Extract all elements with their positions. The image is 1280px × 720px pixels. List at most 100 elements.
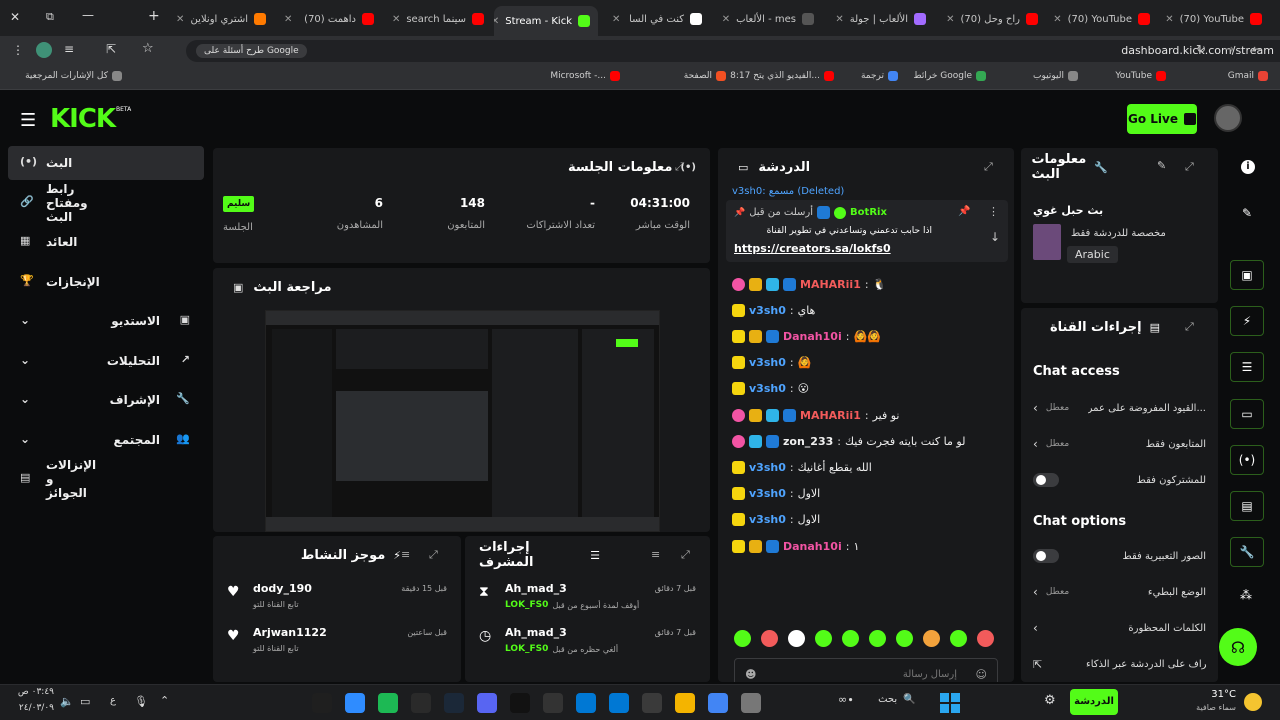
info-icon[interactable]: i: [1241, 160, 1255, 174]
weather-sun-icon[interactable]: [1244, 693, 1262, 711]
expand-icon[interactable]: ⤢: [1185, 160, 1194, 174]
browser-tab[interactable]: ✕ كنت في السا: [606, 6, 706, 32]
bookmark-item[interactable]: خرائط Google: [913, 71, 986, 81]
taskbar-app-icon[interactable]: [477, 693, 497, 713]
chat-message[interactable]: MAHARii1: نو فير: [732, 405, 1002, 425]
chat-username[interactable]: v3sh0: [749, 487, 786, 500]
emoji-picker-icon[interactable]: ☻: [745, 668, 756, 681]
browser-tab[interactable]: ✕ (70) YouTube: [1054, 6, 1154, 32]
expand-icon[interactable]: ⤢: [675, 160, 684, 174]
sidebar-item[interactable]: ▦ العائد: [8, 225, 204, 259]
pinned-link[interactable]: https://creators.sa/lokfs0: [734, 242, 891, 255]
chat-username[interactable]: v3sh0: [749, 461, 786, 474]
browser-tab[interactable]: ✕ (70) راح وحل: [942, 6, 1042, 32]
close-tab-icon[interactable]: ✕: [1166, 14, 1174, 25]
windows-start-icon[interactable]: [940, 693, 960, 713]
taskbar-app-icon[interactable]: [444, 693, 464, 713]
kick-logo[interactable]: KICK: [50, 104, 116, 134]
chat-username[interactable]: v3sh0: [749, 356, 786, 369]
close-tab-icon[interactable]: ✕: [830, 14, 843, 25]
channel-setting-row[interactable]: ‹ معطل القيود المفروضة على عمر...: [1033, 396, 1206, 420]
smile-icon[interactable]: ☺: [976, 668, 987, 681]
clock-date[interactable]: ٢٤/٠٣/٠٩: [8, 703, 54, 713]
browser-tab[interactable]: ✕ search سينما: [388, 6, 488, 32]
taskbar-app-icon[interactable]: [741, 693, 761, 713]
chat-bubble-icon[interactable]: ▭: [1230, 398, 1264, 429]
bookmark-item[interactable]: ترجمة: [861, 71, 898, 81]
minimize-icon[interactable]: —: [82, 8, 94, 22]
emote-icon[interactable]: [977, 630, 994, 647]
pencil-icon[interactable]: ✎: [1242, 206, 1252, 220]
clock-time[interactable]: ٠٣:٤٩ ص: [8, 687, 54, 697]
new-tab-icon[interactable]: +: [148, 8, 160, 24]
wrench-icon[interactable]: 🔧: [1230, 537, 1264, 568]
setting-control[interactable]: ‹ معطل: [1033, 585, 1069, 599]
sidebar-item[interactable]: ⌄ 🔧 الإشراف: [8, 383, 204, 417]
setting-control[interactable]: ‹ معطل: [1033, 437, 1069, 451]
channel-setting-row[interactable]: ‹ الكلمات المحظورة: [1033, 616, 1206, 640]
community-icon[interactable]: ⁂: [1240, 588, 1252, 602]
setting-control[interactable]: ‹ معطل: [1033, 401, 1069, 415]
activity-item[interactable]: ♥ dody_190 تابع القناة للتو قبل 15 دقيقة: [213, 580, 461, 620]
sidebar-item[interactable]: ⌄ ↗ التحليلات: [8, 344, 204, 378]
toggle-switch[interactable]: [1033, 549, 1059, 563]
chat-message[interactable]: v3sh0: هاي: [732, 300, 1002, 320]
bookmark-item[interactable]: كل الإشارات المرجعية: [25, 71, 122, 81]
support-headset-icon[interactable]: ☊: [1219, 628, 1257, 666]
google-lens-chip[interactable]: طرح أسئلة على Google: [196, 44, 307, 58]
weather-temp[interactable]: 31°C: [1192, 689, 1236, 700]
sidebar-item[interactable]: ▤ الإنزالات و الجوائز: [8, 458, 204, 500]
browser-tab[interactable]: ✕ (70) YouTube: [1166, 6, 1266, 32]
chat-username[interactable]: v3sh0: [749, 513, 786, 526]
taskbar-app-icon[interactable]: [411, 693, 431, 713]
chat-username[interactable]: MAHARii1: [800, 409, 861, 422]
channel-setting-row[interactable]: ‹ معطل المتابعون فقط: [1033, 432, 1206, 456]
setting-control[interactable]: ⇱: [1033, 658, 1042, 671]
chat-username[interactable]: Danah10i: [783, 330, 842, 343]
chevron-down-icon[interactable]: ↓: [990, 230, 1000, 244]
popout-icon[interactable]: ⤢: [984, 160, 993, 174]
chevron-left-icon[interactable]: ‹: [1033, 401, 1038, 415]
chat-message[interactable]: v3sh0: 😮: [732, 379, 1002, 399]
setting-control[interactable]: [1033, 473, 1059, 487]
chat-username[interactable]: v3sh0: [749, 304, 786, 317]
chat-message[interactable]: v3sh0: الله يقطع أغانيك: [732, 457, 1002, 477]
close-tab-icon[interactable]: ✕: [170, 14, 184, 25]
hamburger-menu-icon[interactable]: ☰: [20, 110, 36, 131]
emote-icon[interactable]: [761, 630, 778, 647]
close-tab-icon[interactable]: ✕: [606, 14, 620, 25]
emote-icon[interactable]: [815, 630, 832, 647]
edit-pencil-icon[interactable]: ✎: [1157, 159, 1166, 172]
list-icon[interactable]: ☰: [1230, 352, 1264, 383]
network-icon[interactable]: ▭: [80, 695, 90, 708]
close-window-icon[interactable]: ✕: [10, 10, 20, 24]
taskbar-app-icon[interactable]: [378, 693, 398, 713]
chat-message[interactable]: Danah10i: 🙆🙆: [732, 326, 1002, 346]
browser-tab[interactable]: ✕ الألعاب | جولة: [830, 6, 930, 32]
unpin-icon[interactable]: 📌: [958, 206, 970, 217]
taskbar-app-icon[interactable]: [576, 693, 596, 713]
emote-icon[interactable]: [788, 630, 805, 647]
pinned-message[interactable]: 📌 أرسلت من قبل BotRix 📌 ⋮ اذا حابب تدعمن…: [726, 200, 1008, 262]
taskbar-app-icon[interactable]: [708, 693, 728, 713]
bookmark-item[interactable]: اليوتيوب: [1033, 71, 1078, 81]
emote-icon[interactable]: [950, 630, 967, 647]
layout-icon[interactable]: ▤: [1230, 491, 1264, 521]
extension-icon[interactable]: [36, 42, 52, 58]
sidebar-item[interactable]: ⌄ 👥 المجتمع: [8, 423, 204, 457]
volume-icon[interactable]: 🔈: [60, 695, 74, 708]
close-tab-icon[interactable]: ✕: [388, 14, 400, 25]
bookmark-item[interactable]: Gmail: [1228, 71, 1268, 81]
back-icon[interactable]: ←: [1252, 42, 1262, 56]
taskbar-app-icon[interactable]: [642, 693, 662, 713]
bookmark-item[interactable]: Microsoft -...: [550, 71, 620, 81]
chat-message[interactable]: Danah10i:١: [732, 536, 1002, 556]
taskbar-app-icon[interactable]: [675, 693, 695, 713]
share-icon[interactable]: ⇱: [106, 42, 116, 56]
chat-username[interactable]: zon_233: [783, 435, 833, 448]
browser-tab[interactable]: ✕ Stream - Kick: [494, 6, 598, 36]
chat-username[interactable]: Danah10i: [783, 540, 842, 553]
close-tab-icon[interactable]: ✕: [494, 16, 499, 27]
taskbar-app-icon[interactable]: [312, 693, 332, 713]
chat-username[interactable]: MAHARii1: [800, 278, 861, 291]
